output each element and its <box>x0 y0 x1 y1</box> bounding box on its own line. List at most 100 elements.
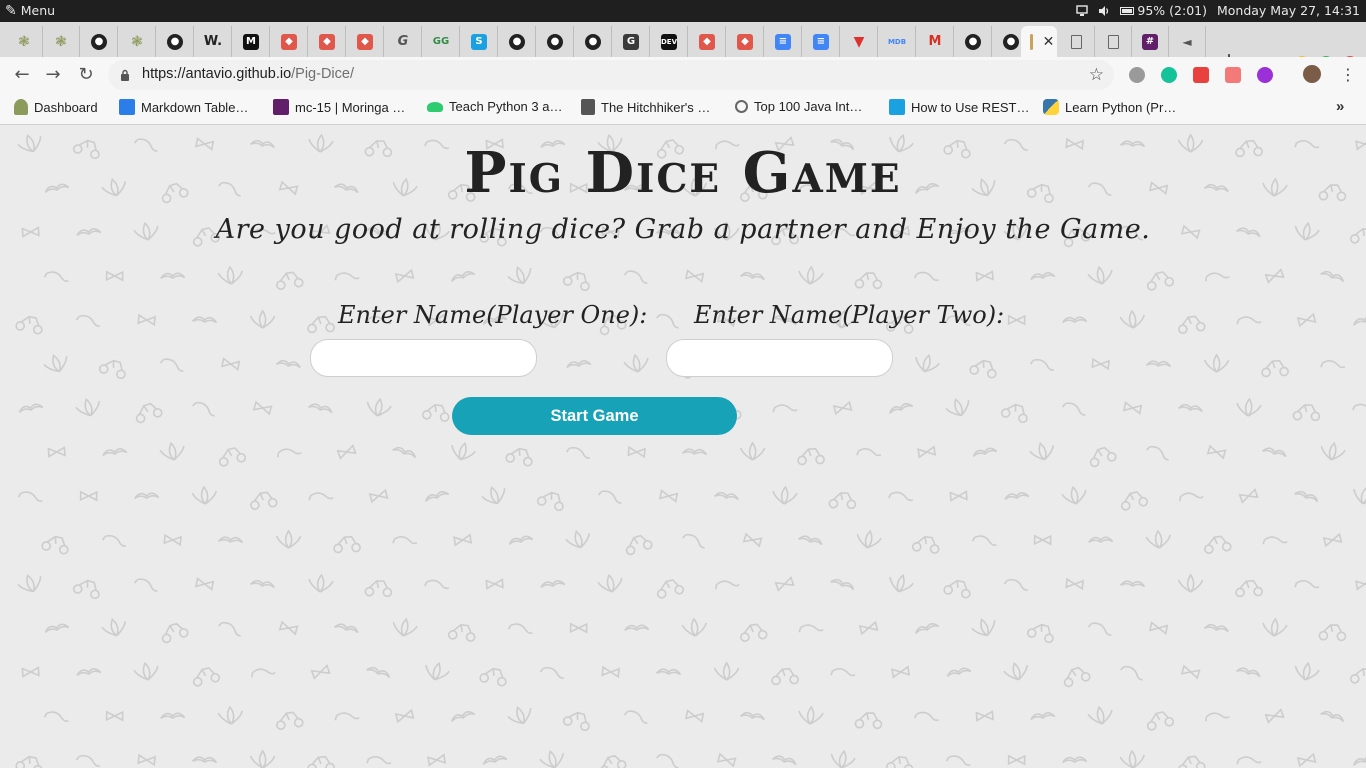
pattern-doodle <box>797 447 825 466</box>
tab-mdb[interactable]: MDB <box>879 26 916 57</box>
url-text[interactable]: https://antavio.github.io/Pig-Dice/ <box>142 66 354 82</box>
close-tab-icon[interactable]: ✕ <box>1043 34 1055 50</box>
tab-codepen[interactable]: ◆ <box>271 26 308 57</box>
pattern-doodle <box>392 617 418 637</box>
pattern-doodle <box>540 579 566 589</box>
tab-g[interactable]: G <box>613 26 650 57</box>
pattern-doodle <box>888 403 914 414</box>
grammarly-extension-icon[interactable] <box>1161 67 1177 83</box>
pattern-doodle <box>1236 397 1262 417</box>
lock-icon <box>121 69 129 81</box>
pattern-doodle <box>886 755 914 768</box>
reload-icon[interactable]: ↻ <box>74 63 98 87</box>
tab-slack[interactable]: # <box>1132 26 1169 57</box>
purple-extension-icon[interactable] <box>1257 67 1273 83</box>
tab-audio[interactable]: ◄ <box>1169 26 1206 57</box>
avatar[interactable] <box>1303 65 1321 83</box>
pattern-doodle <box>1180 664 1201 680</box>
g-script-icon: G <box>397 34 409 49</box>
tab-codepen-3[interactable]: ◆ <box>347 26 384 57</box>
tab-codepen-4[interactable]: ◆ <box>689 26 726 57</box>
back-arrow-icon[interactable]: ← <box>10 63 34 87</box>
pattern-doodle <box>832 400 853 416</box>
bookmark-rest[interactable]: How to Use REST… <box>889 99 1029 115</box>
os-menu-label: Menu <box>20 3 56 18</box>
bookmark-teach-python[interactable]: Teach Python 3 a… <box>427 99 562 114</box>
pattern-doodle <box>448 623 476 642</box>
tab-dev[interactable]: DEV <box>651 26 688 57</box>
clock[interactable]: Monday May 27, 14:31 <box>1217 3 1360 18</box>
battery-indicator[interactable]: 95% (2:01) <box>1120 3 1207 18</box>
pattern-doodle <box>830 667 856 677</box>
pattern-doodle <box>250 491 278 510</box>
bookmark-markdown-table[interactable]: Markdown Table… <box>119 99 248 115</box>
tab-github-2[interactable]: ● <box>157 26 194 57</box>
tab-google-docs[interactable]: ≡ <box>765 26 802 57</box>
pattern-doodle <box>75 397 100 417</box>
pattern-doodle <box>1236 316 1262 325</box>
bookmark-top-100-java[interactable]: Top 100 Java Int… <box>735 99 862 114</box>
pattern-doodle <box>1352 315 1366 326</box>
player-two-name-input[interactable] <box>666 339 893 377</box>
os-menu-button[interactable]: ✎ Menu <box>5 3 55 18</box>
start-game-button[interactable]: Start Game <box>452 397 737 435</box>
pattern-doodle <box>566 359 592 369</box>
pattern-doodle <box>1087 705 1113 725</box>
bookmark-learn-python[interactable]: Learn Python (Pr… <box>1043 99 1176 115</box>
tab-s[interactable]: S <box>461 26 498 57</box>
network-icon[interactable] <box>1076 4 1089 17</box>
tab-google-docs-2[interactable]: ≡ <box>803 26 840 57</box>
pattern-doodle <box>1087 622 1112 636</box>
tab-medium[interactable]: M <box>233 26 270 57</box>
tab-gmail[interactable]: M <box>917 26 954 57</box>
volume-icon[interactable] <box>1098 5 1110 17</box>
tab-dashboard-2[interactable]: ❃ <box>43 26 80 57</box>
url-host: https://antavio.github.io <box>142 66 292 82</box>
pattern-doodle <box>854 272 883 290</box>
page-title: Pig Dice Game <box>464 140 902 206</box>
bookmark-mc15-moringa[interactable]: mc-15 | Moringa … <box>273 99 405 115</box>
os-top-panel: ✎ Menu 95% (2:01) Monday May 27, 14:31 <box>0 0 1366 22</box>
tab-dashboard[interactable]: ❃ <box>6 26 43 57</box>
pattern-doodle <box>943 579 971 599</box>
tab-github-5[interactable]: ● <box>575 26 612 57</box>
tab-v[interactable]: ▼ <box>841 26 878 57</box>
player-one-name-input[interactable] <box>310 339 537 377</box>
pattern-doodle <box>1351 403 1366 414</box>
pattern-doodle <box>655 668 682 676</box>
tab-blank[interactable] <box>1058 26 1095 57</box>
palm-tree-icon <box>14 99 28 115</box>
bookmark-hitchhiker[interactable]: The Hitchhiker's … <box>581 99 710 115</box>
tab-github-4[interactable]: ● <box>537 26 574 57</box>
pattern-doodle <box>798 705 824 725</box>
tab-blank-2[interactable] <box>1095 26 1132 57</box>
forward-arrow-icon[interactable]: → <box>41 63 65 87</box>
tab-github-3[interactable]: ● <box>499 26 536 57</box>
pattern-doodle <box>507 266 532 285</box>
bookmark-dashboard[interactable]: Dashboard <box>14 99 98 115</box>
tab-w3[interactable]: W. <box>195 26 232 57</box>
pattern-doodle <box>972 447 998 458</box>
browser-menu-icon[interactable]: ⋮ <box>1340 63 1356 87</box>
tab-gscript[interactable]: G <box>385 26 422 57</box>
bookmarks-overflow-icon[interactable]: » <box>1336 98 1344 115</box>
tab-geeksforgeeks[interactable]: GG <box>423 26 460 57</box>
tab-codepen-2[interactable]: ◆ <box>309 26 346 57</box>
tab-active-pig-dice[interactable]: ✕ <box>1021 26 1057 57</box>
tab-github[interactable]: ● <box>81 26 118 57</box>
pocket-extension-icon[interactable] <box>1193 67 1209 83</box>
pattern-doodle <box>191 756 218 764</box>
tab-dashboard-3[interactable]: ❃ <box>119 26 156 57</box>
globe-extension-icon[interactable] <box>1129 67 1145 83</box>
pattern-doodle <box>394 708 415 724</box>
bookmark-label: Teach Python 3 a… <box>449 99 563 114</box>
bookmark-label: The Hitchhiker's … <box>601 99 711 115</box>
address-bar[interactable]: https://antavio.github.io/Pig-Dice/ ☆ <box>108 60 1114 90</box>
tab-github-6[interactable]: ● <box>955 26 992 57</box>
bookmark-label: Learn Python (Pr… <box>1065 99 1177 115</box>
tab-codepen-5[interactable]: ◆ <box>727 26 764 57</box>
arrow-extension-icon[interactable] <box>1225 67 1241 83</box>
pattern-doodle <box>137 753 156 767</box>
pattern-doodle <box>1178 755 1206 768</box>
bookmark-star-icon[interactable]: ☆ <box>1089 65 1104 85</box>
